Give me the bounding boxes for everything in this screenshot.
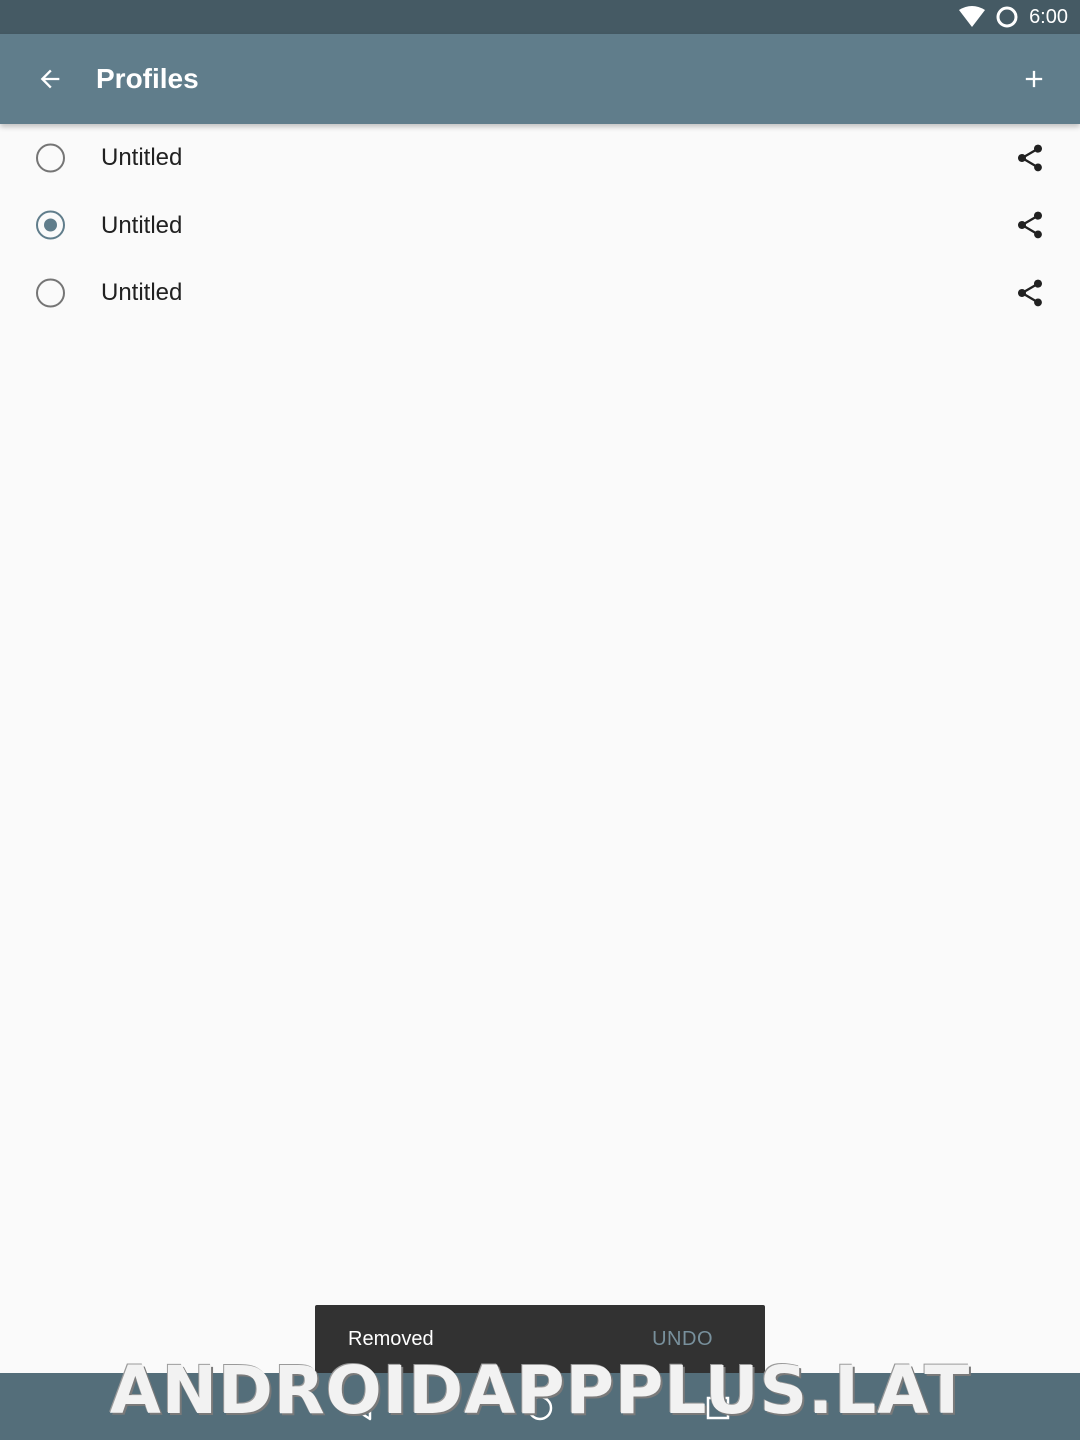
share-icon [1018, 211, 1042, 239]
share-button[interactable] [1010, 205, 1050, 245]
profile-list: Untitled Untitled Untitled [0, 124, 1080, 327]
back-button[interactable] [26, 55, 74, 103]
list-item[interactable]: Untitled [0, 259, 1080, 327]
radio-dot [44, 218, 57, 232]
profile-radio[interactable] [36, 143, 65, 173]
share-icon [1018, 279, 1042, 306]
share-icon [1018, 144, 1042, 171]
share-button[interactable] [1010, 138, 1050, 178]
add-profile-button[interactable] [1010, 55, 1058, 103]
wifi-icon [959, 6, 986, 27]
status-time: 6:00 [1029, 5, 1068, 28]
app-bar: Profiles [0, 34, 1080, 124]
list-item[interactable]: Untitled [0, 192, 1080, 260]
battery-ring-icon [996, 6, 1018, 28]
page-title: Profiles [96, 63, 199, 94]
list-item[interactable]: Untitled [0, 124, 1080, 192]
watermark-text: ANDROIDAPPPLUS.LAT [109, 1352, 971, 1429]
profile-name: Untitled [101, 211, 183, 239]
profile-name: Untitled [101, 144, 183, 171]
profile-radio[interactable] [36, 278, 65, 308]
status-bar: 6:00 [0, 0, 1080, 34]
status-icons: 6:00 [959, 0, 1068, 34]
share-button[interactable] [1010, 273, 1050, 313]
profile-radio[interactable] [36, 210, 65, 240]
profile-name: Untitled [101, 279, 183, 306]
plus-icon [1025, 70, 1043, 88]
arrow-back-icon [40, 69, 60, 89]
